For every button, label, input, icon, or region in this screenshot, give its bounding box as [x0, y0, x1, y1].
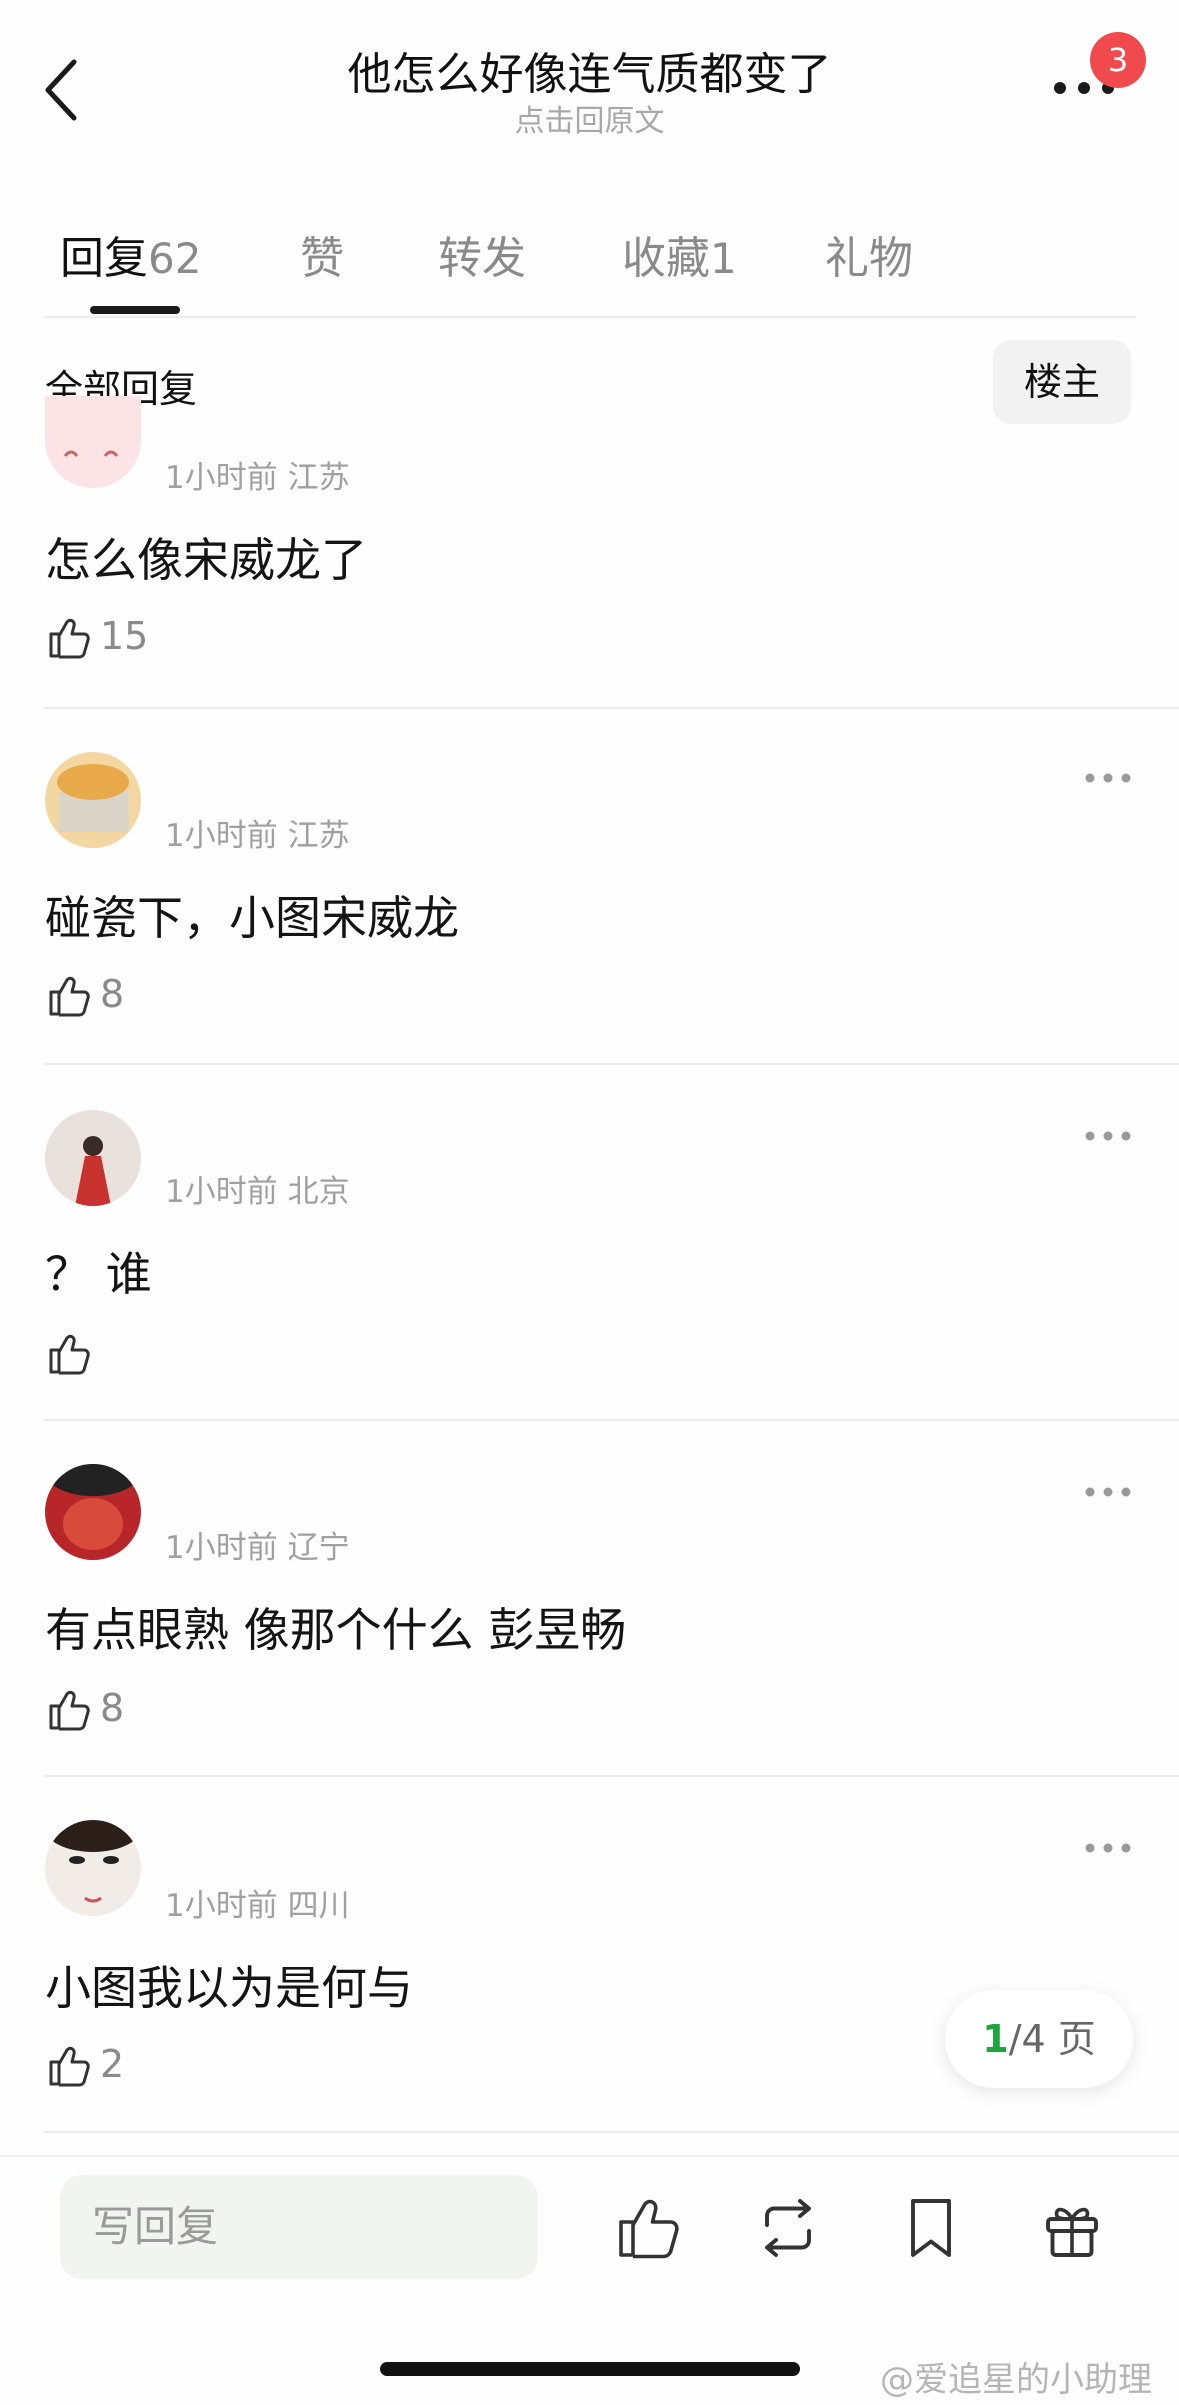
- comment-meta: 1小时前 江苏: [165, 818, 350, 854]
- comment-divider: [44, 707, 1179, 709]
- comment-text[interactable]: ？ 谁: [45, 1238, 152, 1304]
- tab-label: 回复: [60, 233, 148, 284]
- gift-button[interactable]: [1036, 2192, 1108, 2264]
- tabs-divider: [44, 316, 1136, 318]
- tab-reposts[interactable]: 转发: [438, 222, 526, 286]
- avatar[interactable]: [45, 1464, 141, 1560]
- avatar[interactable]: [45, 396, 141, 488]
- like-button[interactable]: [45, 1330, 93, 1378]
- comment-divider: [44, 1419, 1179, 1421]
- thumb-up-icon: [49, 618, 90, 659]
- avatar[interactable]: [45, 1110, 141, 1206]
- comment-more-button[interactable]: [1084, 1126, 1132, 1146]
- like-count: 8: [100, 972, 125, 1016]
- gift-icon: [1046, 2207, 1098, 2257]
- comment-meta: 1小时前 辽宁: [165, 1530, 350, 1566]
- active-tab-indicator: [90, 306, 180, 314]
- thumb-up-icon: [619, 2199, 679, 2259]
- like-button[interactable]: [45, 2042, 93, 2090]
- tab-count: 62: [148, 234, 202, 283]
- bookmark-icon: [911, 2199, 951, 2257]
- comment-meta: 1小时前 北京: [165, 1174, 350, 1210]
- home-indicator[interactable]: [380, 2362, 800, 2376]
- comment-meta: 1小时前 四川: [165, 1888, 350, 1924]
- total-pages: /4 页: [1008, 2017, 1096, 2061]
- tab-count: 1: [710, 234, 737, 283]
- avatar[interactable]: [45, 752, 141, 848]
- tab-label: 礼物: [825, 233, 913, 284]
- comment-divider: [44, 1063, 1179, 1065]
- like-count: 15: [100, 614, 149, 658]
- current-page: 1: [982, 2017, 1009, 2061]
- watermark: @爱追星的小助理: [880, 2360, 1152, 2400]
- tab-gifts[interactable]: 礼物: [825, 222, 913, 286]
- like-count: 8: [100, 1686, 125, 1730]
- comment-more-button[interactable]: [1084, 768, 1132, 788]
- reply-input[interactable]: 写回复: [60, 2175, 538, 2279]
- thumb-up-icon: [49, 1690, 90, 1731]
- comment-divider: [44, 1775, 1179, 1777]
- tab-favorites[interactable]: 收藏1: [622, 222, 737, 286]
- more-dots-icon: [1085, 1131, 1131, 1141]
- tab-label: 赞: [300, 233, 344, 284]
- comment-divider: [44, 2131, 1179, 2133]
- like-button[interactable]: [45, 614, 93, 662]
- back-to-original-link[interactable]: 点击回原文: [0, 96, 1179, 140]
- like-button[interactable]: [45, 972, 93, 1020]
- comment-text[interactable]: 小图我以为是何与: [45, 1952, 413, 2018]
- like-button[interactable]: [45, 1686, 93, 1734]
- notification-badge: 3: [1090, 32, 1146, 88]
- comment-text[interactable]: 碰瓷下，小图宋威龙: [45, 882, 459, 948]
- op-filter-button[interactable]: 楼主: [993, 340, 1131, 424]
- tab-label: 收藏: [622, 233, 710, 284]
- comment-text[interactable]: 有点眼熟 像那个什么 彭昱畅: [45, 1594, 626, 1660]
- comment-meta: 1小时前 江苏: [165, 460, 350, 496]
- comment-more-button[interactable]: [1084, 1482, 1132, 1502]
- comment-text[interactable]: 怎么像宋威龙了: [45, 524, 367, 590]
- thumb-up-icon: [49, 976, 90, 1017]
- tab-replies[interactable]: 回复62: [60, 222, 201, 286]
- tab-label: 转发: [438, 233, 526, 284]
- avatar[interactable]: [45, 1820, 141, 1916]
- page-indicator[interactable]: 1/4 页: [945, 1990, 1133, 2088]
- like-post-button[interactable]: [612, 2192, 684, 2264]
- bottom-bar-divider: [0, 2155, 1179, 2157]
- comment-more-button[interactable]: [1084, 1838, 1132, 1858]
- more-dots-icon: [1085, 773, 1131, 783]
- favorite-button[interactable]: [895, 2192, 967, 2264]
- thumb-up-icon: [49, 1334, 90, 1375]
- more-dots-icon: [1085, 1843, 1131, 1853]
- post-title[interactable]: 他怎么好像连气质都变了: [0, 38, 1179, 102]
- like-count: 2: [100, 2042, 125, 2086]
- repost-icon: [765, 2199, 811, 2257]
- thumb-up-icon: [49, 2046, 90, 2087]
- more-dots-icon: [1085, 1487, 1131, 1497]
- repost-button[interactable]: [752, 2192, 824, 2264]
- tab-likes[interactable]: 赞: [300, 222, 344, 286]
